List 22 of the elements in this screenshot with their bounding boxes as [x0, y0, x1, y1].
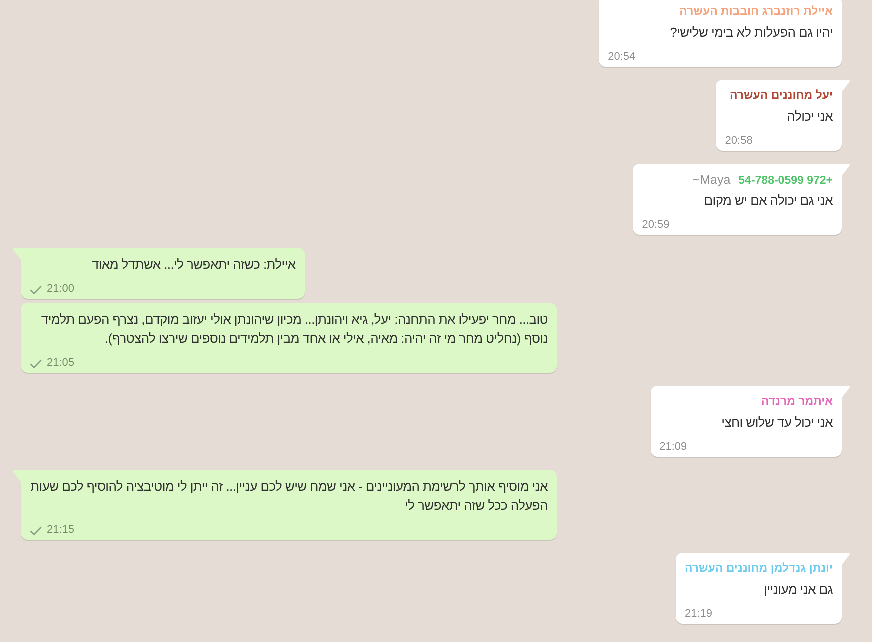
- message-text: איילת: כשזה יתאפשר לי... אשתדל מאוד: [92, 257, 296, 272]
- message-time: 21:15: [47, 523, 75, 538]
- message-time: 21:05: [47, 356, 75, 371]
- message-text: גם אני מעוניין: [764, 582, 833, 597]
- sender-name: יעל מחוננים העשרה: [730, 88, 833, 104]
- message-time: 20:54: [608, 50, 636, 65]
- message-text: אני יכולה: [787, 109, 833, 124]
- message-time: 21:00: [47, 282, 75, 297]
- message-time: 20:58: [725, 134, 753, 149]
- sender-name: איתמר מרנדה: [761, 395, 833, 410]
- sender-push-name: ~Maya: [692, 172, 731, 189]
- message-time: 21:19: [684, 607, 712, 622]
- message-text: אני יכול עד שלוש וחצי: [722, 415, 833, 430]
- message-text: אני מוסיף אותך לרשימת המעוניינים - אני שמח שיש לכם עניין... זה ייתן לי מוטיבציה להוסיף לכם שעות הפעלה ככל שזה יתאפשר לי: [30, 479, 548, 513]
- message-time: 20:59: [642, 218, 670, 233]
- message-text: אני גם יכולה אם יש מקום: [704, 193, 833, 208]
- sender-name: יונתן גנדלמן מחוננים העשרה: [684, 562, 833, 577]
- message-text: יהיו גם הפעלות לא בימי שלישי?: [670, 25, 833, 40]
- message-text: טוב... מחר יפעילו את התחנה: יעל, גיא ויהונתן... מכיון שיהונתן אולי יעזוב מוקדם, נצרף הפעם תלמיד נוסף (נחליט מחר מי זה יהיה: מאיה, אילי או אחד מבין תלמידים נוספים שירצו להצטרף).: [41, 312, 548, 346]
- message-time: 21:09: [660, 440, 688, 455]
- sender-name: איילת רוזנברג חובבות העשרה: [680, 4, 833, 20]
- sender-name: +972 54-788-0599: [738, 174, 833, 189]
